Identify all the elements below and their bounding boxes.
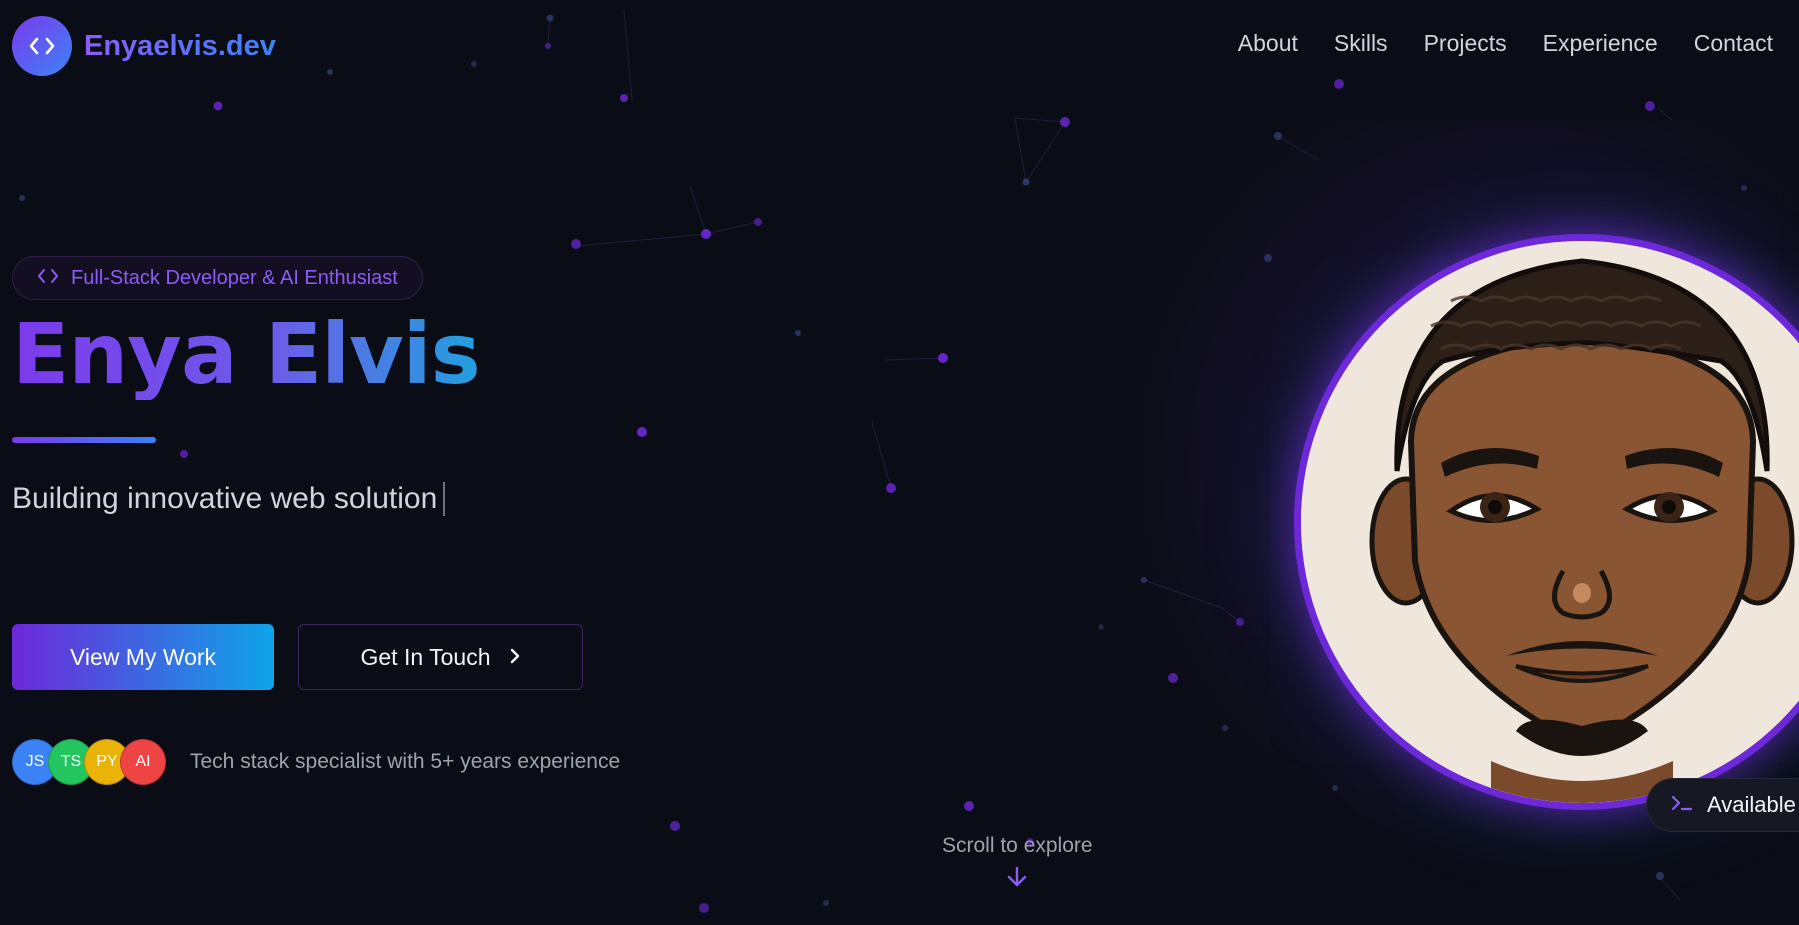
- role-badge: Full-Stack Developer & AI Enthusiast: [12, 256, 423, 300]
- logo-text: Enyaelvis.dev: [84, 29, 276, 62]
- arrow-down-icon: [1006, 866, 1028, 893]
- view-my-work-label: View My Work: [69, 643, 217, 670]
- get-in-touch-label: Get In Touch: [360, 643, 491, 670]
- view-my-work-button[interactable]: View My Work: [12, 624, 274, 690]
- scroll-indicator[interactable]: Scroll to explore: [942, 834, 1093, 893]
- availability-text: Available: [1707, 792, 1796, 817]
- nav-item-projects[interactable]: Projects: [1424, 30, 1507, 57]
- tech-chip-ai: AI: [120, 739, 166, 785]
- nav-item-contact[interactable]: Contact: [1694, 30, 1773, 57]
- scroll-hint: Scroll to explore: [942, 834, 1093, 857]
- site-header: Enyaelvis.dev About Skills Projects Expe…: [0, 0, 1799, 92]
- nav-item-skills[interactable]: Skills: [1334, 30, 1388, 57]
- code-icon: [12, 16, 72, 76]
- hero-name: Enya Elvis: [12, 305, 481, 403]
- terminal-icon: [1671, 794, 1693, 817]
- code-icon: [37, 268, 59, 289]
- availability-badge: Available: [1646, 778, 1799, 832]
- nav-item-experience[interactable]: Experience: [1543, 30, 1658, 57]
- nav-item-about[interactable]: About: [1238, 30, 1298, 57]
- tech-stack-text: Tech stack specialist with 5+ years expe…: [190, 750, 621, 773]
- profile-avatar: [1294, 234, 1799, 810]
- logo[interactable]: Enyaelvis.dev: [12, 16, 276, 76]
- main-nav: About Skills Projects Experience Contact: [1238, 30, 1773, 57]
- tagline: Building innovative web solution: [12, 482, 446, 516]
- get-in-touch-button[interactable]: Get In Touch: [298, 624, 583, 690]
- avatar-illustration: [1301, 241, 1799, 803]
- tech-stack-row: JS TS PY AI Tech stack specialist with 5…: [12, 739, 620, 785]
- role-badge-text: Full-Stack Developer & AI Enthusiast: [71, 266, 398, 289]
- typing-cursor: [443, 482, 446, 516]
- title-underline: [12, 437, 156, 443]
- tagline-text: Building innovative web solution: [12, 482, 438, 515]
- chevron-right-icon: [509, 644, 521, 671]
